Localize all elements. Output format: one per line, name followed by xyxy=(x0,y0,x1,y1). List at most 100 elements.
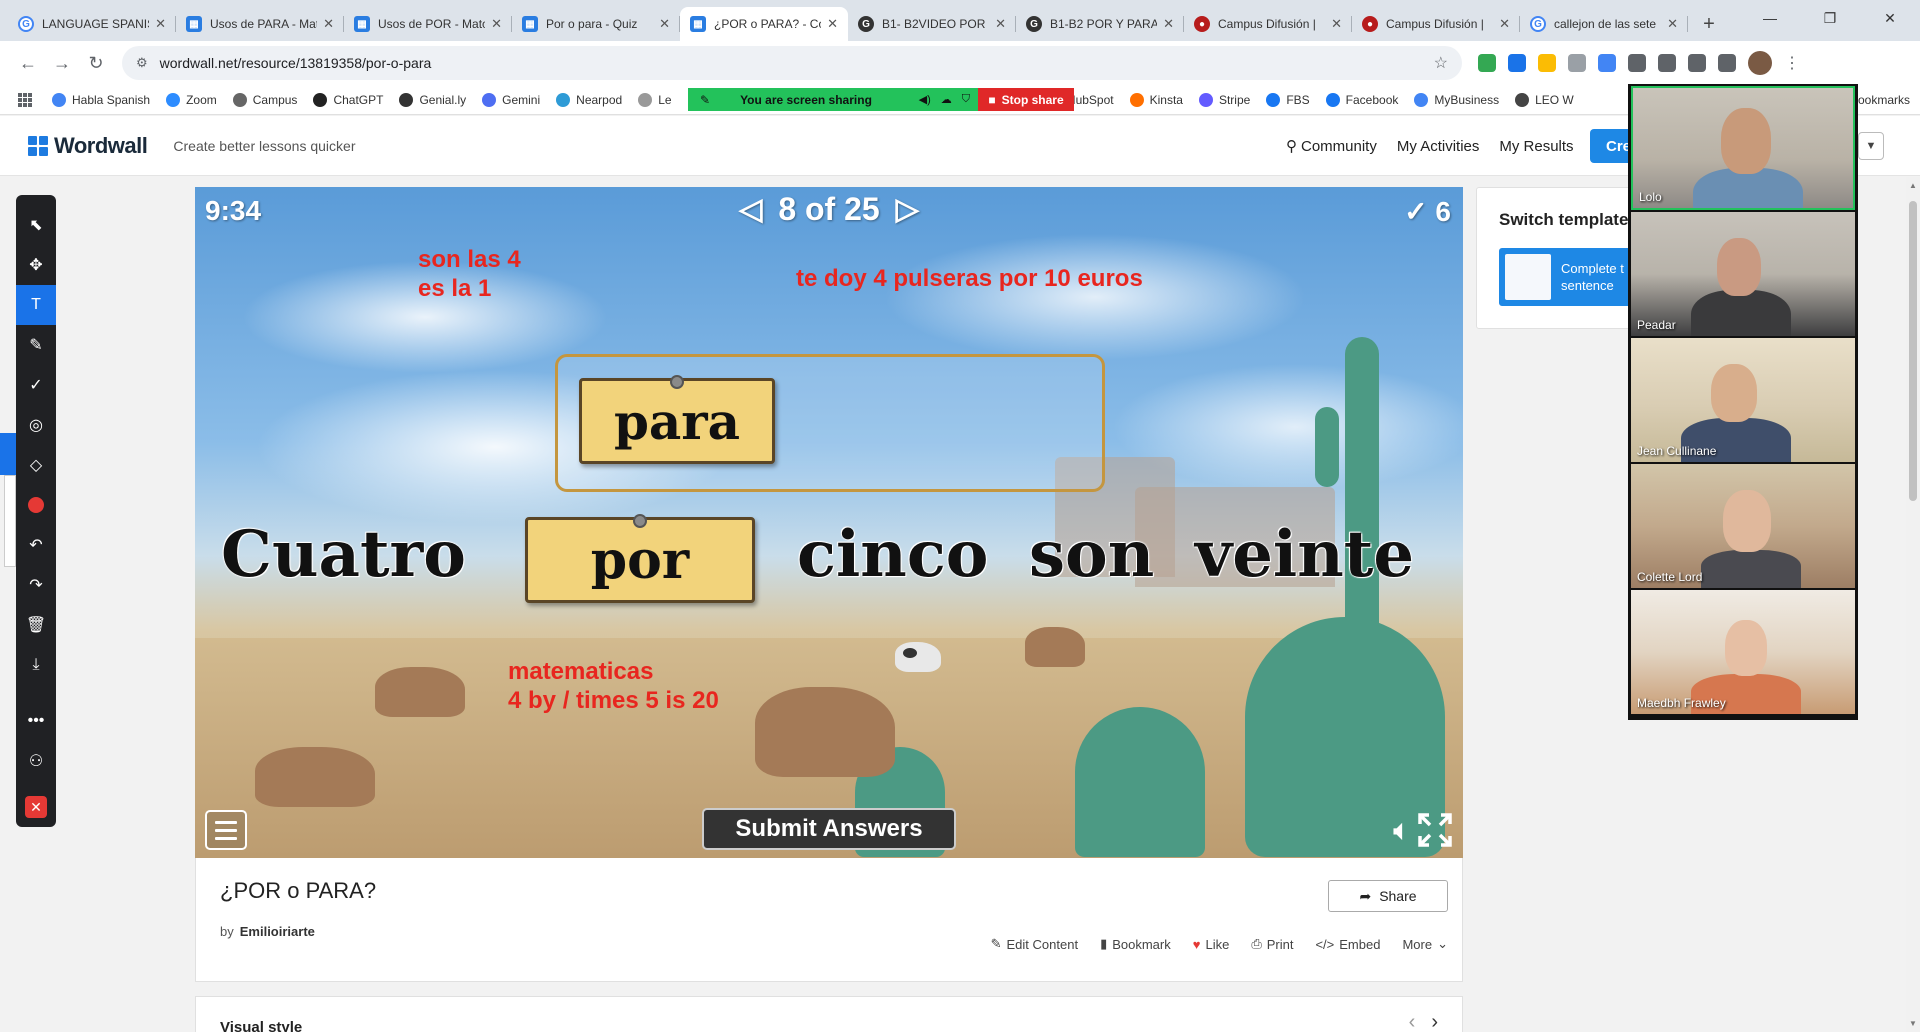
bookmark-fbs[interactable]: FBS xyxy=(1266,92,1310,107)
author-link[interactable]: Emilioiriarte xyxy=(240,924,315,939)
browser-tab-1[interactable]: GLANGUAGE SPANISH✕ xyxy=(8,7,176,41)
browser-tab-8[interactable]: ● Campus Difusión | ✕ xyxy=(1184,7,1352,41)
cloud-icon[interactable]: ☁ xyxy=(941,93,952,106)
share-button[interactable]: ➦ Share xyxy=(1328,880,1448,912)
close-icon[interactable]: ✕ xyxy=(659,16,670,32)
back-button[interactable]: ← xyxy=(12,47,44,79)
word-card-para[interactable]: para xyxy=(579,375,775,464)
edit-content-button[interactable]: ✎ Edit Content xyxy=(991,936,1078,952)
previous-question-icon[interactable]: ◁ xyxy=(739,192,762,227)
participant-video[interactable]: Peadar xyxy=(1631,212,1855,336)
forward-button[interactable]: → xyxy=(46,47,78,79)
minimize-icon[interactable]: — xyxy=(1740,0,1800,36)
browser-tab-5-active[interactable]: ▦ ¿POR o PARA? - Co ✕ xyxy=(680,7,848,41)
media-icon[interactable] xyxy=(1718,54,1736,72)
bookmark-chatgpt[interactable]: ChatGPT xyxy=(313,92,383,107)
drive-extension-icon[interactable] xyxy=(1478,54,1496,72)
bookmark-campus[interactable]: Campus xyxy=(232,92,297,107)
reload-button[interactable]: ↻ xyxy=(80,47,112,79)
bookmark-zoom[interactable]: Zoom xyxy=(166,92,217,107)
close-icon[interactable]: ✕ xyxy=(491,16,502,32)
bookmark-kinsta[interactable]: Kinsta xyxy=(1129,92,1183,107)
stamp-tool-icon[interactable]: ✓ xyxy=(16,365,56,405)
nav-my-results[interactable]: My Results xyxy=(1499,138,1573,155)
submit-answers-button[interactable]: Submit Answers xyxy=(702,808,956,850)
bookmark-habla-spanish[interactable]: Habla Spanish xyxy=(52,92,150,107)
bookmark-facebook[interactable]: Facebook xyxy=(1325,92,1398,107)
bookmark-mybusiness[interactable]: MyBusiness xyxy=(1414,92,1499,107)
bookmark-gemini[interactable]: Gemini xyxy=(482,92,540,107)
profile-avatar[interactable] xyxy=(1748,51,1772,75)
browser-tab-2[interactable]: ▦Usos de PARA - Match✕ xyxy=(176,7,344,41)
menu-dots-icon[interactable]: ⋮ xyxy=(1784,53,1800,73)
embed-button[interactable]: </> Embed xyxy=(1315,936,1380,952)
next-question-icon[interactable]: ▷ xyxy=(896,192,919,227)
annotation-side-tab[interactable] xyxy=(0,433,16,475)
puzzle-icon[interactable] xyxy=(1628,54,1646,72)
bookmark-nearpod[interactable]: Nearpod xyxy=(556,92,622,107)
browser-tab-4[interactable]: ▦ Por o para - Quiz ✕ xyxy=(512,7,680,41)
all-bookmarks[interactable]: ookmarks xyxy=(1858,85,1920,115)
participant-video[interactable]: Maedbh Frawley xyxy=(1631,590,1855,714)
word-card-por-placed[interactable]: por xyxy=(525,514,755,603)
bookmark-stripe[interactable]: Stripe xyxy=(1198,92,1250,107)
more-options-icon[interactable]: ••• xyxy=(16,701,56,741)
more-dropdown[interactable]: More ⌄ xyxy=(1402,936,1448,952)
participant-video[interactable]: Lolo xyxy=(1631,86,1855,210)
pen-tool-icon[interactable]: ✎ xyxy=(16,325,56,365)
close-icon[interactable]: ✕ xyxy=(1499,16,1510,32)
chevron-right-icon[interactable]: › xyxy=(1431,1011,1438,1032)
screenshot-icon[interactable] xyxy=(1688,54,1706,72)
shield-icon[interactable]: ⛉ xyxy=(962,93,970,106)
bookmark-genially[interactable]: Genial.ly xyxy=(399,92,466,107)
close-window-icon[interactable]: ✕ xyxy=(1860,0,1920,36)
browser-tab-9[interactable]: ● Campus Difusión | ✕ xyxy=(1352,7,1520,41)
browser-tab-10[interactable]: Gcallejon de las sete ✕ xyxy=(1520,7,1688,41)
undo-icon[interactable]: ↶ xyxy=(16,525,56,565)
page-scrollbar[interactable]: ▲ ▼ xyxy=(1906,177,1920,1032)
close-icon[interactable]: ✕ xyxy=(995,16,1006,32)
wordwall-logo[interactable]: Wordwall xyxy=(28,133,148,159)
browser-tab-6[interactable]: G B1- B2VIDEO POR ✕ xyxy=(848,7,1016,41)
bookmark-leo[interactable]: LEO W xyxy=(1515,92,1574,107)
close-icon[interactable]: ✕ xyxy=(827,16,838,32)
browser-tab-3[interactable]: ▦ Usos de POR - Match ✕ xyxy=(344,7,512,41)
participant-video[interactable]: Colette Lord xyxy=(1631,464,1855,588)
extension-icon[interactable] xyxy=(1508,54,1526,72)
redo-icon[interactable]: ↷ xyxy=(16,565,56,605)
chevron-left-icon[interactable]: ‹ xyxy=(1409,1011,1416,1032)
close-icon[interactable]: ✕ xyxy=(1163,16,1174,32)
screen-share-status[interactable]: ✎ You are screen sharing ◀) ☁ ⛉ xyxy=(688,88,978,111)
move-tool-icon[interactable]: ✥ xyxy=(16,245,56,285)
apps-grid-icon[interactable] xyxy=(18,92,32,107)
browser-tab-7[interactable]: G B1-B2 POR Y PARA ✕ xyxy=(1016,7,1184,41)
close-annotation-button[interactable]: ✕ xyxy=(16,787,56,827)
trash-icon[interactable] xyxy=(1658,54,1676,72)
stop-share-button[interactable]: ■ Stop share xyxy=(978,88,1074,111)
extension-icon[interactable] xyxy=(1538,54,1556,72)
user-dropdown-button[interactable]: ▼ xyxy=(1858,132,1884,160)
text-tool-icon[interactable]: T xyxy=(16,285,56,325)
sound-icon[interactable]: 🔈︎ xyxy=(1393,814,1411,848)
code-extension-icon[interactable] xyxy=(1568,54,1586,72)
fullscreen-icon[interactable] xyxy=(1417,812,1453,848)
participant-icon[interactable]: ⚇ xyxy=(16,741,56,781)
close-icon[interactable]: ✕ xyxy=(155,16,166,32)
save-download-icon[interactable]: ⤓ xyxy=(16,645,56,685)
extension-icon[interactable] xyxy=(1598,54,1616,72)
print-button[interactable]: ⎙ Print xyxy=(1251,936,1293,952)
nav-community[interactable]: ⚲ Community xyxy=(1286,137,1377,156)
site-info-icon[interactable]: ⚙ xyxy=(136,55,148,71)
clear-trash-icon[interactable]: 🗑 xyxy=(16,605,56,645)
restore-icon[interactable]: ❐ xyxy=(1800,0,1860,36)
close-icon[interactable]: ✕ xyxy=(1667,16,1678,32)
scroll-down-icon[interactable]: ▼ xyxy=(1909,1019,1917,1028)
bookmark-star-icon[interactable]: ☆ xyxy=(1434,53,1448,73)
color-picker-icon[interactable] xyxy=(16,485,56,525)
bookmark-button[interactable]: ▮ Bookmark xyxy=(1100,936,1171,952)
new-tab-button[interactable]: + xyxy=(1694,9,1724,39)
audio-icon[interactable]: ◀) xyxy=(919,93,931,106)
like-button[interactable]: ♥ Like xyxy=(1193,936,1230,952)
nav-my-activities[interactable]: My Activities xyxy=(1397,138,1480,155)
bookmark-le[interactable]: Le xyxy=(638,92,672,107)
